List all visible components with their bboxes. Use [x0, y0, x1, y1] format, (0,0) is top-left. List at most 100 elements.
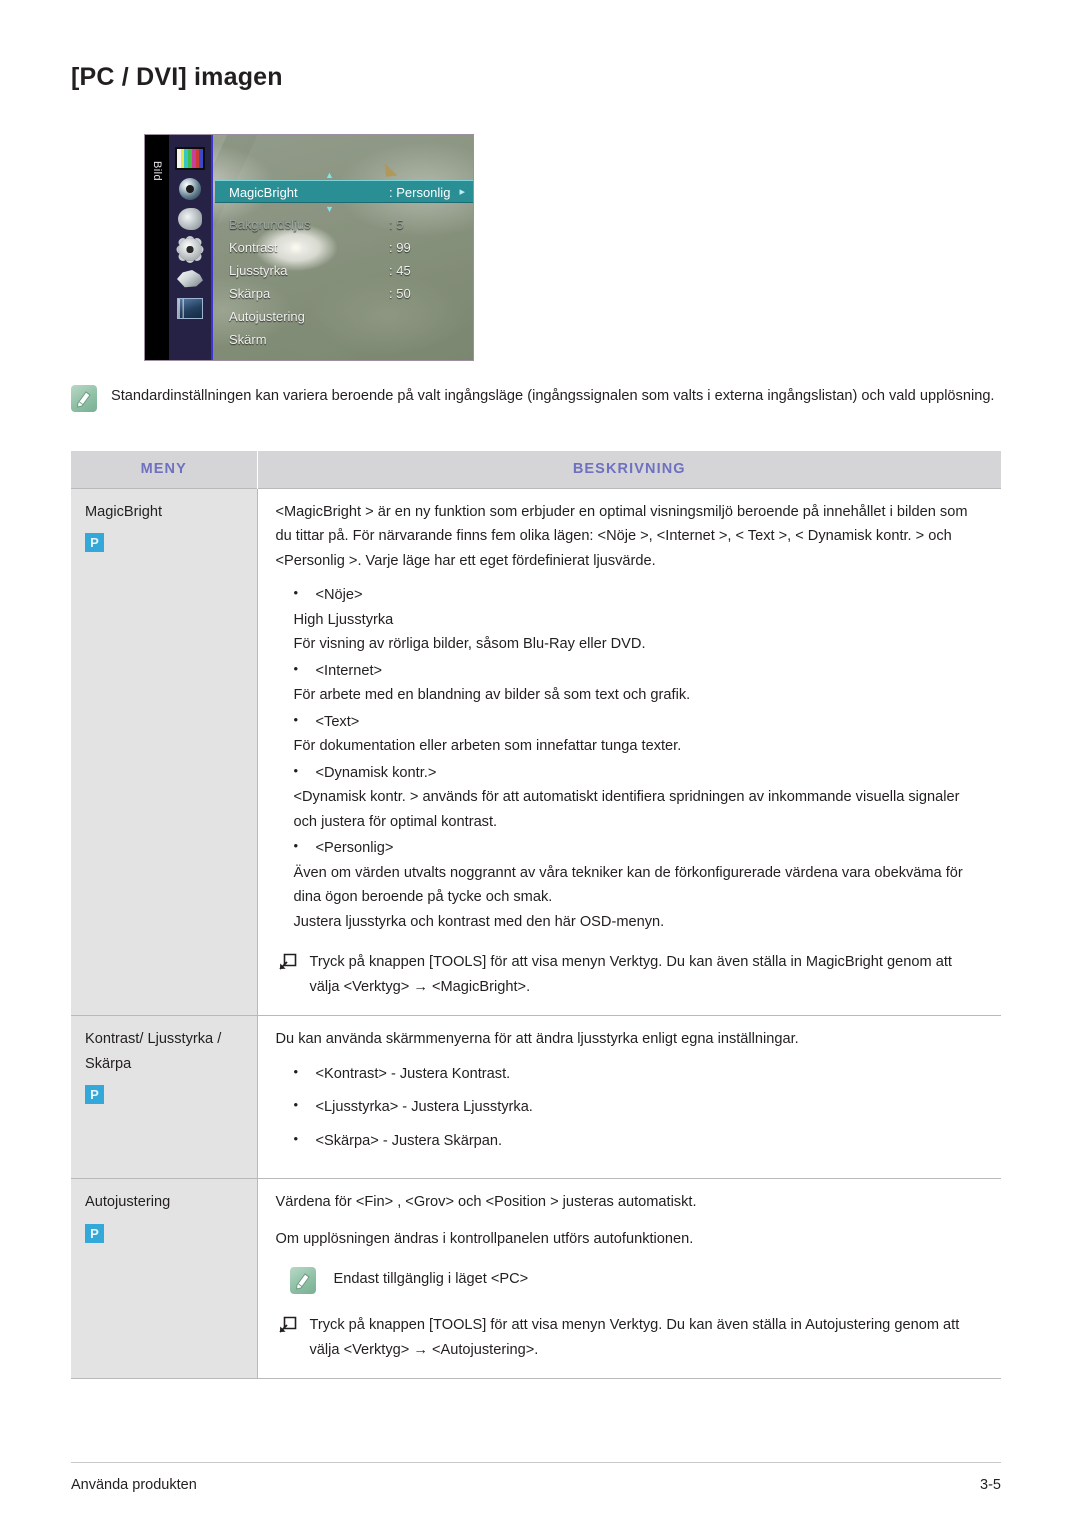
column-header-meny: MENY: [71, 451, 258, 488]
mode-line: <Dynamisk kontr. > används för att autom…: [293, 789, 960, 830]
multimedia-icon[interactable]: [177, 298, 203, 319]
desc-intro-2: Om upplösningen ändras i kontrollpanelen…: [275, 1230, 694, 1247]
footer-divider: [71, 1462, 1001, 1463]
footer-section-label: Använda produkten: [71, 1477, 197, 1493]
mode-list: <Nöje> High Ljusstyrka För visning av rö…: [276, 582, 984, 934]
inline-note-autojustering: Endast tillgänglig i läget <PC>: [276, 1267, 984, 1297]
osd-sidebar-label: Bild: [151, 161, 163, 181]
osd-screenshot-figure: Bild ▲ MagicBright : Personlig ▸ ▼ Bakgr…: [144, 134, 474, 361]
settings-table: MENY BESKRIVNING MagicBright P <MagicBri…: [71, 451, 1001, 1380]
list-item: <Personlig> Även om värden utvalts noggr…: [276, 835, 984, 934]
osd-menu-rows: ▲ MagicBright : Personlig ▸ ▼ Bakgrundsl…: [215, 135, 473, 360]
pc-badge-icon: P: [85, 1223, 104, 1243]
mode-line: För arbete med en blandning av bilder så…: [293, 687, 691, 704]
note-pencil-glyph: [295, 1273, 310, 1291]
footer-page-number: 3-5: [980, 1477, 1001, 1493]
osd-row-bakgrundsljus[interactable]: Bakgrundsljus : 5: [215, 213, 473, 236]
mode-line: Justera ljusstyrka och kontrast med den …: [293, 913, 665, 930]
table-row: MagicBright P <MagicBright > är en ny fu…: [71, 487, 1001, 1017]
sound-icon[interactable]: [179, 178, 201, 200]
menu-cell-kontrast: Kontrast/ Ljusstyrka / Skärpa P: [71, 1015, 258, 1180]
tools-note-autojustering: Tryck på knappen [TOOLS] för att visa me…: [276, 1313, 984, 1362]
pc-badge-icon: P: [85, 533, 104, 553]
list-item: <Dynamisk kontr.> <Dynamisk kontr. > anv…: [276, 760, 984, 835]
chevron-right-icon: ▸: [459, 186, 465, 198]
adjust-term: <Skärpa> - Justera Skärpan.: [315, 1132, 503, 1149]
list-item: <Nöje> High Ljusstyrka För visning av rö…: [276, 582, 984, 657]
osd-row-value: : 5: [389, 217, 404, 232]
osd-scroll-up-caret: ▲: [325, 170, 334, 180]
osd-row-ljusstyrka[interactable]: Ljusstyrka : 45: [215, 259, 473, 282]
setup-gear-icon[interactable]: [178, 238, 202, 261]
mode-term: <Text>: [315, 713, 360, 730]
tools-shortcut-glyph: [278, 1317, 296, 1334]
table-header-row: MENY BESKRIVNING: [71, 451, 1001, 488]
page-title: [PC / DVI] imagen: [71, 63, 283, 91]
menu-cell-label: Kontrast/ Ljusstyrka / Skärpa: [85, 1031, 222, 1072]
desc-cell-kontrast: Du kan använda skärmmenyerna för att änd…: [257, 1015, 1001, 1180]
menu-cell-autojustering: Autojustering P: [71, 1178, 258, 1380]
desc-intro: Värdena för <Fin> , <Grov> och <Position…: [275, 1194, 697, 1211]
table-row: Kontrast/ Ljusstyrka / Skärpa P Du kan a…: [71, 1015, 1001, 1180]
table-row: Autojustering P Värdena för <Fin> , <Gro…: [71, 1178, 1001, 1380]
osd-row-value: : 99: [389, 240, 411, 255]
osd-row-magicbright[interactable]: MagicBright : Personlig ▸: [215, 180, 473, 203]
figure-note: Standardinställningen kan variera beroen…: [71, 385, 1001, 412]
list-item: <Kontrast> - Justera Kontrast.: [276, 1061, 984, 1087]
osd-row-label: MagicBright: [229, 185, 298, 200]
mode-term: <Internet>: [315, 662, 383, 679]
inline-note-text: Endast tillgänglig i läget <PC>: [333, 1271, 529, 1288]
mode-term: <Dynamisk kontr.>: [315, 764, 437, 781]
desc-cell-autojustering: Värdena för <Fin> , <Grov> och <Position…: [257, 1178, 1001, 1380]
list-item: <Ljusstyrka> - Justera Ljusstyrka.: [276, 1094, 984, 1120]
osd-row-autojustering[interactable]: Autojustering: [215, 305, 473, 328]
adjust-list: <Kontrast> - Justera Kontrast. <Ljusstyr…: [276, 1061, 984, 1154]
tools-shortcut-icon: [278, 952, 298, 980]
column-header-beskrivning: BESKRIVNING: [257, 451, 1001, 488]
menu-cell-label: Autojustering: [85, 1194, 171, 1211]
osd-row-label: Kontrast: [229, 240, 278, 255]
osd-row-label: Bakgrundsljus: [229, 217, 311, 232]
mode-term: <Personlig>: [315, 840, 394, 857]
list-item: <Skärpa> - Justera Skärpan.: [276, 1128, 984, 1154]
osd-row-value: : 45: [389, 263, 411, 278]
figure-note-text: Standardinställningen kan variera beroen…: [111, 388, 995, 404]
mode-line: Även om värden utvalts noggrannt av våra…: [293, 864, 963, 906]
input-plug-icon[interactable]: [177, 270, 203, 288]
list-item: <Text> För dokumentation eller arbeten s…: [276, 709, 984, 759]
menu-cell-label: MagicBright: [85, 503, 163, 520]
osd-row-kontrast[interactable]: Kontrast : 99: [215, 236, 473, 259]
adjust-term: <Ljusstyrka> - Justera Ljusstyrka.: [315, 1099, 533, 1116]
document-page: [PC / DVI] imagen Bild ▲ MagicBright : P…: [0, 0, 1080, 1527]
note-pencil-icon: [289, 1267, 316, 1295]
osd-row-skarm[interactable]: Skärm: [215, 328, 473, 351]
osd-row-label: Skärpa: [229, 286, 271, 301]
desc-intro: Du kan använda skärmmenyerna för att änd…: [275, 1031, 799, 1048]
tools-note-text: Tryck på knappen [TOOLS] för att visa me…: [309, 954, 952, 995]
adjust-term: <Kontrast> - Justera Kontrast.: [315, 1065, 511, 1082]
osd-icon-column: [169, 135, 213, 360]
osd-row-skarpa[interactable]: Skärpa : 50: [215, 282, 473, 305]
mode-line: High Ljusstyrka: [293, 611, 394, 628]
mode-term: <Nöje>: [315, 587, 363, 604]
audio-speaker-icon[interactable]: [178, 208, 202, 230]
osd-row-value: : Personlig: [389, 185, 451, 200]
pc-badge-icon: P: [85, 1085, 104, 1105]
desc-intro: <MagicBright > är en ny funktion som erb…: [275, 503, 968, 569]
osd-row-label: Skärm: [229, 332, 267, 347]
osd-row-label: Autojustering: [229, 309, 305, 324]
osd-rail: Bild: [145, 135, 169, 360]
tools-note-magicbright: Tryck på knappen [TOOLS] för att visa me…: [276, 950, 984, 999]
list-item: <Internet> För arbete med en blandning a…: [276, 658, 984, 708]
tools-note-text: Tryck på knappen [TOOLS] för att visa me…: [309, 1317, 960, 1358]
picture-colorbars-icon[interactable]: [175, 147, 205, 170]
osd-row-label: Ljusstyrka: [229, 263, 288, 278]
tools-shortcut-icon: [278, 1315, 298, 1343]
menu-cell-magicbright: MagicBright P: [71, 487, 258, 1017]
mode-line: För visning av rörliga bilder, såsom Blu…: [293, 636, 646, 653]
tools-shortcut-glyph: [278, 953, 296, 970]
note-pencil-icon: [71, 385, 97, 412]
desc-cell-magicbright: <MagicBright > är en ny funktion som erb…: [257, 487, 1001, 1017]
mode-line: För dokumentation eller arbeten som inne…: [293, 738, 682, 755]
note-pencil-glyph: [76, 391, 91, 408]
